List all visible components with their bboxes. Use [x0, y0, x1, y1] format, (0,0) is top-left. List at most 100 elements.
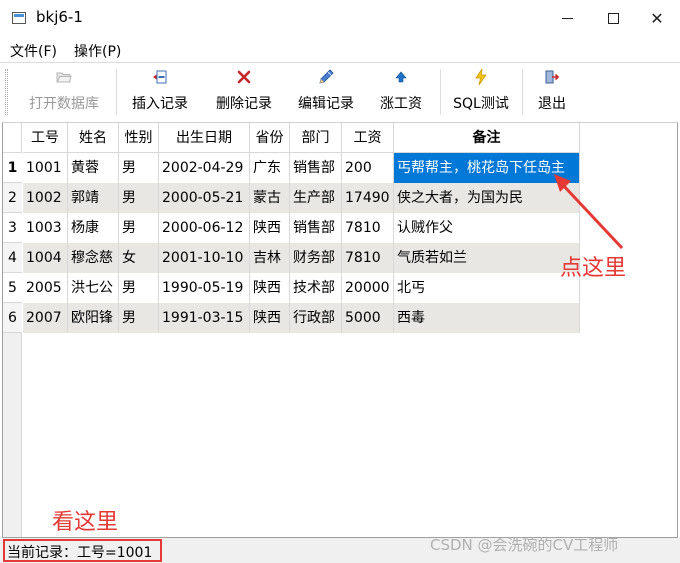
- table-cell-department[interactable]: 销售部: [290, 213, 342, 243]
- table-cell-gender[interactable]: 男: [119, 153, 159, 183]
- row-header[interactable]: 5: [3, 273, 22, 303]
- open-database-button[interactable]: 打开数据库: [24, 67, 104, 117]
- table-cell-department[interactable]: 销售部: [290, 153, 342, 183]
- table-cell-birthdate[interactable]: 2002-04-29: [159, 153, 250, 183]
- table-cell-id[interactable]: 1002: [23, 183, 68, 213]
- toolbar-grip[interactable]: [5, 69, 8, 115]
- table-cell-gender[interactable]: 男: [119, 183, 159, 213]
- edit-record-button[interactable]: 编辑记录: [292, 67, 360, 117]
- table-cell-province[interactable]: 陕西: [250, 303, 290, 333]
- table-cell-id[interactable]: 2005: [23, 273, 68, 303]
- table-cell-province[interactable]: 广东: [250, 153, 290, 183]
- minimize-icon: [561, 17, 573, 19]
- exit-label: 退出: [538, 96, 566, 112]
- sql-test-button[interactable]: SQL测试: [450, 67, 512, 117]
- table-cell-salary[interactable]: 7810: [342, 213, 394, 243]
- maximize-button[interactable]: [590, 0, 636, 36]
- toolbar-separator: [522, 69, 523, 115]
- raise-salary-button[interactable]: 涨工资: [374, 67, 428, 117]
- table-cell-name[interactable]: 郭靖: [68, 183, 119, 213]
- row-header[interactable]: 1: [3, 153, 22, 183]
- insert-record-button[interactable]: 插入记录: [126, 67, 194, 117]
- table-cell-name[interactable]: 欧阳锋: [68, 303, 119, 333]
- table-cell-birthdate[interactable]: 1991-03-15: [159, 303, 250, 333]
- menu-bar: 文件(F) 操作(P): [0, 38, 680, 62]
- row-header[interactable]: 6: [3, 303, 22, 333]
- table-cell-gender[interactable]: 男: [119, 303, 159, 333]
- table-cell-province[interactable]: 陕西: [250, 213, 290, 243]
- delete-record-label: 删除记录: [216, 96, 272, 112]
- watermark: CSDN @会洗碗的CV工程师: [430, 536, 619, 554]
- row-header[interactable]: 3: [3, 213, 22, 243]
- status-highlight-box: [3, 539, 162, 562]
- close-icon: ✕: [650, 8, 664, 28]
- table-cell-birthdate[interactable]: 1990-05-19: [159, 273, 250, 303]
- app-window-icon: [12, 12, 26, 24]
- table-cell-name[interactable]: 洪七公: [68, 273, 119, 303]
- folder-open-icon: [54, 67, 74, 87]
- table-cell-id[interactable]: 1004: [23, 243, 68, 273]
- table-cell-birthdate[interactable]: 2000-05-21: [159, 183, 250, 213]
- table-cell-salary[interactable]: 7810: [342, 243, 394, 273]
- column-header-gender[interactable]: 性别: [119, 123, 159, 153]
- window-title: bkj6-1: [36, 8, 83, 26]
- table-cell-salary[interactable]: 200: [342, 153, 394, 183]
- menu-file[interactable]: 文件(F): [10, 41, 57, 61]
- column-header-salary[interactable]: 工资: [342, 123, 394, 153]
- table-cell-remark[interactable]: 西毒: [394, 303, 580, 333]
- table-cell-id[interactable]: 1001: [23, 153, 68, 183]
- delete-x-icon: [234, 67, 254, 87]
- table-cell-salary[interactable]: 17490: [342, 183, 394, 213]
- table-cell-remark[interactable]: 北丐: [394, 273, 580, 303]
- table-cell-salary[interactable]: 5000: [342, 303, 394, 333]
- column-header-remark[interactable]: 备注: [394, 123, 580, 153]
- column-header-province[interactable]: 省份: [250, 123, 290, 153]
- annotation-click-here: 点这里: [560, 256, 627, 281]
- menu-operation[interactable]: 操作(P): [74, 41, 121, 61]
- lightning-icon: [471, 67, 491, 87]
- maximize-icon: [607, 12, 619, 24]
- toolbar-separator: [116, 69, 117, 115]
- table-cell-id[interactable]: 1003: [23, 213, 68, 243]
- delete-record-button[interactable]: 删除记录: [210, 67, 278, 117]
- title-bar: bkj6-1 ✕: [0, 0, 680, 36]
- edit-record-label: 编辑记录: [298, 96, 354, 112]
- column-header-name[interactable]: 姓名: [68, 123, 119, 153]
- row-header[interactable]: 4: [3, 243, 22, 273]
- insert-record-icon: [150, 67, 170, 87]
- table-cell-birthdate[interactable]: 2000-06-12: [159, 213, 250, 243]
- table-cell-province[interactable]: 陕西: [250, 273, 290, 303]
- minimize-button[interactable]: [544, 0, 590, 36]
- table-cell-birthdate[interactable]: 2001-10-10: [159, 243, 250, 273]
- annotation-look-here: 看这里: [52, 510, 119, 535]
- insert-record-label: 插入记录: [132, 96, 188, 112]
- table-cell-gender[interactable]: 男: [119, 213, 159, 243]
- exit-button[interactable]: 退出: [532, 67, 572, 117]
- table-cell-department[interactable]: 财务部: [290, 243, 342, 273]
- table-cell-name[interactable]: 穆念慈: [68, 243, 119, 273]
- table-cell-gender[interactable]: 男: [119, 273, 159, 303]
- table-cell-department[interactable]: 行政部: [290, 303, 342, 333]
- toolbar-separator: [440, 69, 441, 115]
- table-cell-name[interactable]: 杨康: [68, 213, 119, 243]
- column-header-department[interactable]: 部门: [290, 123, 342, 153]
- table-cell-department[interactable]: 生产部: [290, 183, 342, 213]
- exit-door-icon: [542, 67, 562, 87]
- table-cell-gender[interactable]: 女: [119, 243, 159, 273]
- open-database-label: 打开数据库: [29, 96, 99, 112]
- up-arrow-icon: [391, 67, 411, 87]
- row-header[interactable]: 2: [3, 183, 22, 213]
- table-cell-name[interactable]: 黄蓉: [68, 153, 119, 183]
- column-header-id[interactable]: 工号: [23, 123, 68, 153]
- column-header-birthdate[interactable]: 出生日期: [159, 123, 250, 153]
- pen-edit-icon: [316, 67, 336, 87]
- raise-salary-label: 涨工资: [380, 96, 422, 112]
- close-button[interactable]: ✕: [634, 0, 680, 36]
- table-cell-salary[interactable]: 20000: [342, 273, 394, 303]
- table-cell-department[interactable]: 技术部: [290, 273, 342, 303]
- toolbar: 打开数据库 插入记录 删除记录 编辑记录 涨工资 SQL测试 退出: [0, 62, 680, 120]
- table-cell-id[interactable]: 2007: [23, 303, 68, 333]
- table-cell-province[interactable]: 吉林: [250, 243, 290, 273]
- table-corner-button[interactable]: [3, 123, 22, 153]
- table-cell-province[interactable]: 蒙古: [250, 183, 290, 213]
